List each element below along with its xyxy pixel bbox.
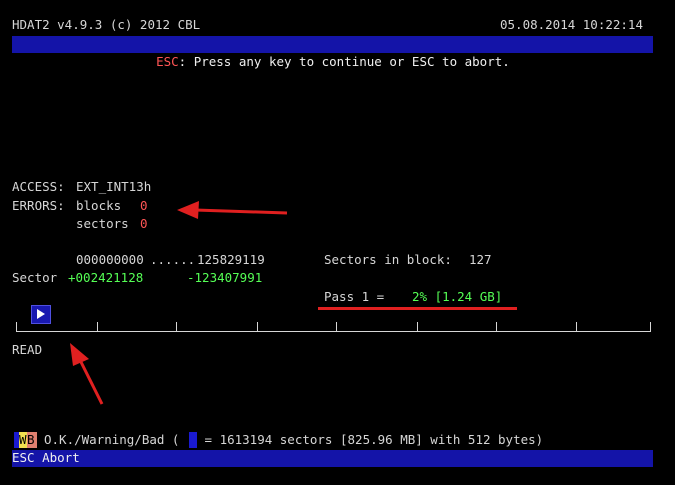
- blocks-label: blocks: [76, 198, 122, 213]
- play-arrow-icon: [36, 309, 45, 319]
- errors-annotation-arrow: [177, 201, 288, 219]
- range-start: 000000000: [76, 252, 144, 267]
- errors-label: ERRORS:: [12, 198, 65, 213]
- ruler-tick: [16, 322, 17, 332]
- pass-annotation-underline: [318, 307, 517, 310]
- sectors-in-block-value: 127: [469, 252, 492, 267]
- mode-label: READ: [12, 342, 43, 357]
- arrow-icon: [70, 201, 288, 405]
- ruler-tick: [257, 322, 258, 332]
- datetime: 05.08.2014 10:22:14: [500, 17, 643, 32]
- blocks-value: 0: [140, 198, 148, 213]
- sector-label: Sector: [12, 270, 58, 285]
- pass-progress: 2% [1.24 GB]: [412, 289, 503, 304]
- pass-label: Pass 1 =: [324, 289, 385, 304]
- ruler-tick: [496, 322, 497, 332]
- legend-label-right: = 1613194 sectors [825.96 MB] with 512 b…: [197, 432, 544, 447]
- legend-warning-glyph: W: [19, 432, 27, 447]
- prompt-message: : Press any key to continue or ESC to ab…: [178, 54, 510, 69]
- esc-abort-button[interactable]: ESC Abort: [12, 449, 80, 467]
- app-title: HDAT2 v4.9.3 (c) 2012 CBL: [12, 17, 201, 32]
- ruler-tick: [176, 322, 177, 332]
- legend-bad-glyph: B: [27, 432, 35, 447]
- access-value: EXT_INT13h: [76, 179, 152, 194]
- sectors-label: sectors: [76, 216, 129, 231]
- cursor-annotation-arrow: [70, 343, 104, 405]
- ruler-tick: [417, 322, 418, 332]
- prompt-esc-key[interactable]: ESC: [156, 54, 179, 69]
- ruler-tick: [97, 322, 98, 332]
- sectors-in-block-label: Sectors in block:: [324, 252, 452, 267]
- ruler-tick: [650, 322, 651, 332]
- prompt: ESC: Press any key to continue or ESC to…: [141, 35, 510, 71]
- progress-ruler: [16, 331, 650, 332]
- range-end: 125829119: [197, 252, 265, 267]
- progress-cursor: [30, 305, 51, 324]
- ruler-tick: [576, 322, 577, 332]
- sectors-value: 0: [140, 216, 148, 231]
- access-label: ACCESS:: [12, 179, 65, 194]
- sector-current: +002421128: [68, 270, 144, 285]
- range-dots: ......: [150, 252, 196, 267]
- legend-label-left: O.K./Warning/Bad (: [44, 432, 180, 447]
- ruler-tick: [336, 322, 337, 332]
- sector-remaining: -123407991: [187, 270, 263, 285]
- footer-bar: [12, 450, 653, 467]
- legend-sector-swatch: [189, 432, 197, 448]
